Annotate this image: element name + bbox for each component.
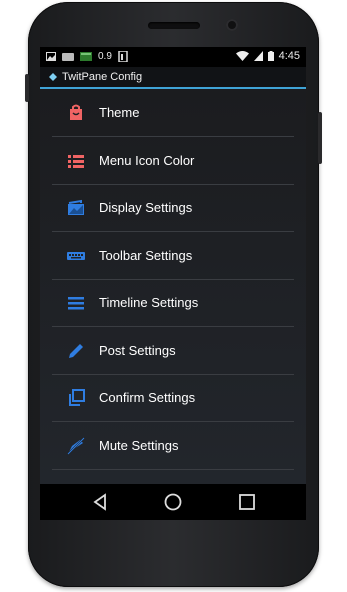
- menu-item-menu-icon-color[interactable]: Menu Icon Color: [52, 137, 294, 185]
- settings-menu: Theme Menu Icon Color Display Settings T…: [40, 89, 306, 519]
- mute-icon: [67, 436, 85, 455]
- menu-item-confirm-settings[interactable]: Confirm Settings: [52, 374, 294, 422]
- menu-item-label: Post Settings: [99, 342, 176, 358]
- navigation-bar: [40, 484, 306, 520]
- signal-icon: [253, 51, 263, 61]
- front-camera: [226, 19, 238, 31]
- sim-icon: [118, 51, 128, 62]
- speaker-grille: [148, 22, 200, 29]
- menu-item-toolbar-settings[interactable]: Toolbar Settings: [52, 232, 294, 280]
- recents-icon[interactable]: [237, 492, 257, 512]
- speed-text: 0.9: [98, 51, 112, 62]
- side-button-left: [25, 74, 29, 102]
- app-title: TwitPane Config: [62, 71, 143, 83]
- menu-lines-icon: [68, 297, 84, 310]
- pencil-icon: [69, 343, 83, 358]
- image-stack-icon: [68, 199, 84, 215]
- menu-item-label: Mute Settings: [99, 437, 179, 453]
- menu-item-label: Timeline Settings: [99, 295, 199, 310]
- keyboard-icon: [62, 52, 74, 61]
- clock: 4:45: [278, 50, 300, 62]
- menu-item-label: Menu Icon Color: [99, 152, 195, 168]
- volume-button: [318, 112, 322, 164]
- menu-item-display-settings[interactable]: Display Settings: [52, 184, 294, 232]
- battery-status-icon: [267, 51, 274, 61]
- battery-icon: [80, 52, 92, 61]
- list-icon: [68, 154, 84, 168]
- image-icon: [46, 52, 56, 61]
- menu-item-post-settings[interactable]: Post Settings: [52, 327, 294, 375]
- menu-item-label: Display Settings: [99, 200, 193, 215]
- menu-item-theme[interactable]: Theme: [52, 89, 294, 137]
- copy-icon: [69, 389, 85, 406]
- menu-item-label: Toolbar Settings: [99, 247, 193, 263]
- keyboard-icon: [67, 251, 85, 260]
- wifi-icon: [235, 51, 249, 61]
- phone-screen: 0.9 4:45 TwitPane Config Theme Menu Icon…: [40, 47, 306, 520]
- menu-item-timeline-settings[interactable]: Timeline Settings: [52, 279, 294, 327]
- menu-item-label: Theme: [99, 105, 140, 120]
- status-bar: 0.9 4:45: [40, 47, 306, 67]
- app-logo-icon: [49, 73, 57, 81]
- home-icon[interactable]: [163, 492, 183, 512]
- bag-icon: [70, 104, 82, 120]
- app-bar: TwitPane Config: [40, 67, 306, 89]
- menu-item-label: Confirm Settings: [99, 390, 196, 405]
- back-icon[interactable]: [90, 492, 110, 512]
- menu-item-mute-settings[interactable]: Mute Settings: [52, 422, 294, 470]
